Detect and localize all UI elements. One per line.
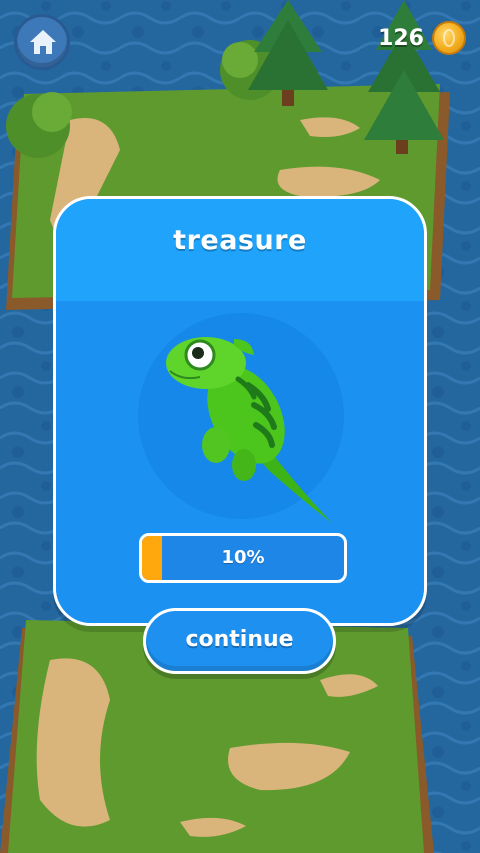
home-button[interactable] [14, 14, 70, 70]
coin-icon [432, 21, 466, 55]
home-icon [30, 30, 56, 54]
progress-label: 10% [221, 547, 265, 568]
coin-counter: 126 [378, 18, 466, 58]
coin-count: 126 [378, 25, 424, 51]
dialog-title: treasure [173, 225, 307, 256]
treasure-progress-bar: 10% [139, 533, 347, 583]
treasure-dialog: treasure 10% [53, 196, 427, 626]
lizard-icon [166, 337, 332, 523]
continue-button[interactable]: continue [143, 608, 336, 674]
